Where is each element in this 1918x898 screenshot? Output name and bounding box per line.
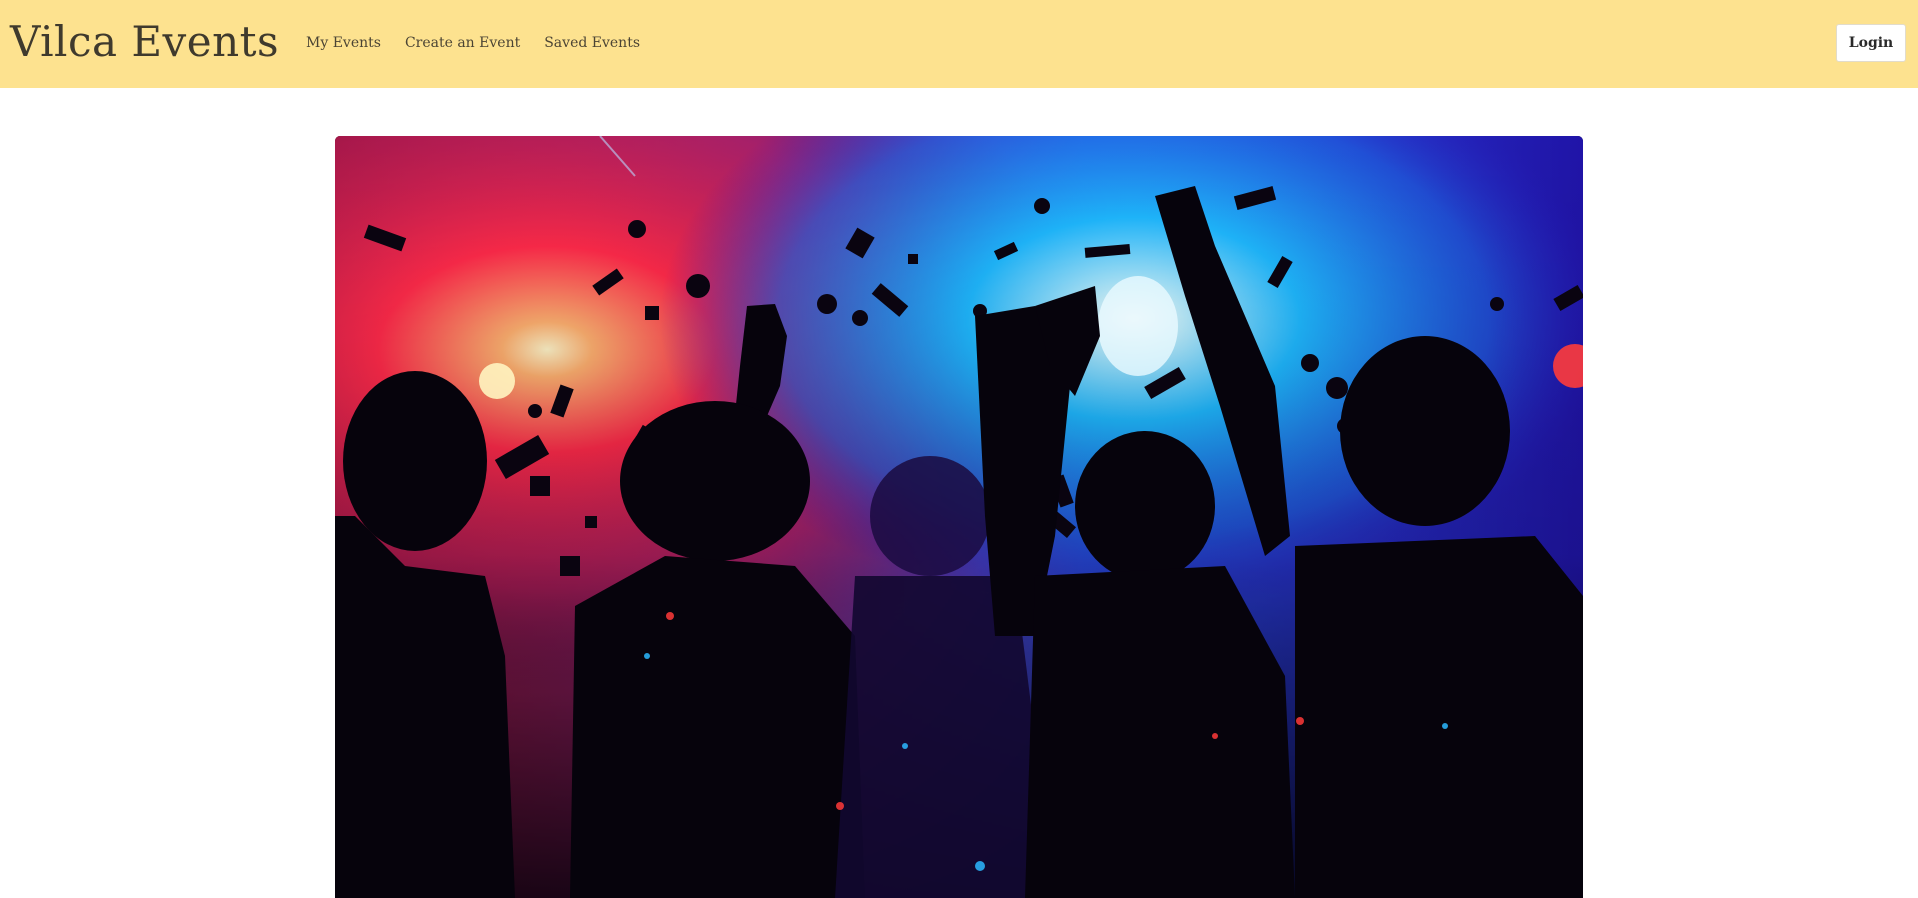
brand-logo-link[interactable]: Vilca Events bbox=[10, 16, 279, 68]
login-button[interactable]: Login bbox=[1836, 24, 1906, 62]
hero-image bbox=[335, 136, 1583, 898]
nav-link-my-events[interactable]: My Events bbox=[306, 32, 381, 54]
party-crowd-image bbox=[335, 136, 1583, 898]
top-navbar: Vilca Events My Events Create an Event S… bbox=[0, 0, 1918, 88]
nav-link-create-event[interactable]: Create an Event bbox=[405, 32, 520, 54]
nav-links: My Events Create an Event Saved Events bbox=[306, 32, 664, 54]
nav-link-saved-events[interactable]: Saved Events bbox=[544, 32, 640, 54]
